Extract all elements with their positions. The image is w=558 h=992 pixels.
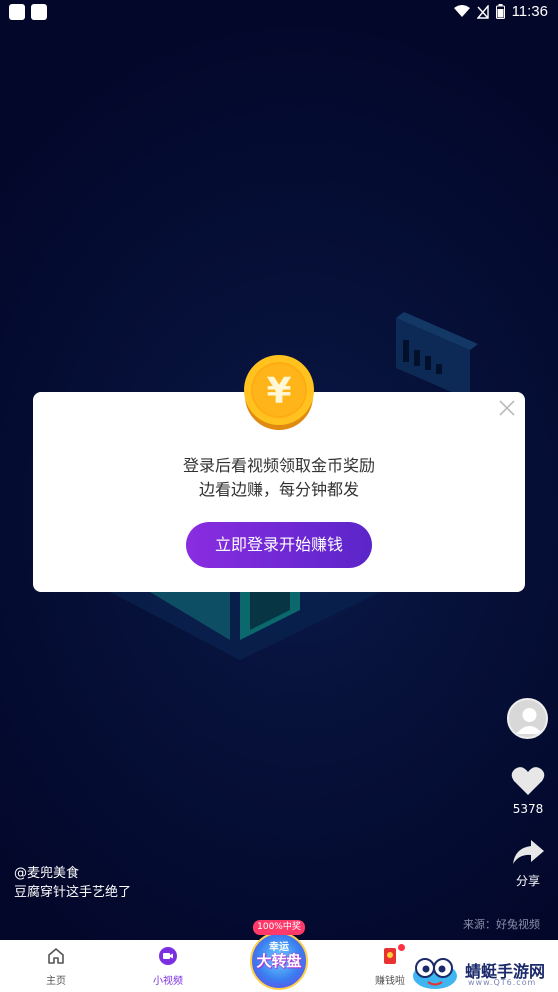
- share-arrow-icon: [513, 840, 544, 864]
- share-button[interactable]: 分享: [506, 838, 550, 889]
- nav-label-short-video: 小视频: [153, 976, 183, 987]
- notification-dot: [398, 944, 405, 951]
- login-earn-button[interactable]: 立即登录开始赚钱: [186, 522, 372, 568]
- video-description: 豆腐穿针这手艺绝了: [14, 885, 132, 900]
- wifi-icon: [453, 5, 470, 17]
- red-envelope-icon: [384, 948, 396, 964]
- nav-item-short-video[interactable]: 小视频: [138, 946, 198, 987]
- video-source: 来源：好兔视频: [463, 918, 540, 931]
- status-bar: 11:36: [0, 0, 558, 26]
- svg-text:¥: ¥: [266, 371, 291, 412]
- watermark-url: www.QT6.com: [468, 978, 537, 987]
- home-icon: [48, 948, 64, 964]
- author-avatar[interactable]: [507, 698, 548, 739]
- status-time: 11:36: [511, 3, 548, 20]
- like-button[interactable]: 5378: [506, 766, 550, 816]
- site-watermark: 蜻蜓手游网 www.QT6.com: [410, 950, 558, 992]
- video-author[interactable]: @麦兜美食: [14, 862, 79, 881]
- no-signal-icon: [476, 4, 489, 19]
- lucky-wheel-button[interactable]: 100%中奖 幸运 大转盘: [248, 920, 310, 990]
- notification-icon: [9, 4, 25, 20]
- dialog-line-2: 边看边赚，每分钟都发: [198, 480, 359, 499]
- nav-item-home[interactable]: 主页: [26, 946, 86, 987]
- wheel-badge: 100%中奖: [253, 920, 305, 935]
- like-count: 5378: [512, 802, 544, 816]
- dragonfly-logo-icon: [413, 958, 457, 989]
- heart-icon: [511, 767, 545, 795]
- nav-label-home: 主页: [46, 976, 66, 987]
- dialog-line-1: 登录后看视频领取金币奖励: [182, 456, 375, 475]
- notification-icon: [31, 4, 47, 20]
- wheel-title-large: 大转盘: [256, 952, 302, 970]
- share-label: 分享: [515, 874, 540, 888]
- dialog-message: 登录后看视频领取金币奖励 边看边赚，每分钟都发: [33, 454, 525, 502]
- battery-icon: [495, 4, 505, 19]
- video-icon: [159, 947, 177, 965]
- gold-coin-icon: ¥: [244, 355, 314, 430]
- close-icon[interactable]: [497, 398, 517, 418]
- video-screen[interactable]: 11:36 登录后看视频领取金币奖励 边看边赚，每分钟都发 立即登录开始赚钱 ¥: [0, 0, 558, 940]
